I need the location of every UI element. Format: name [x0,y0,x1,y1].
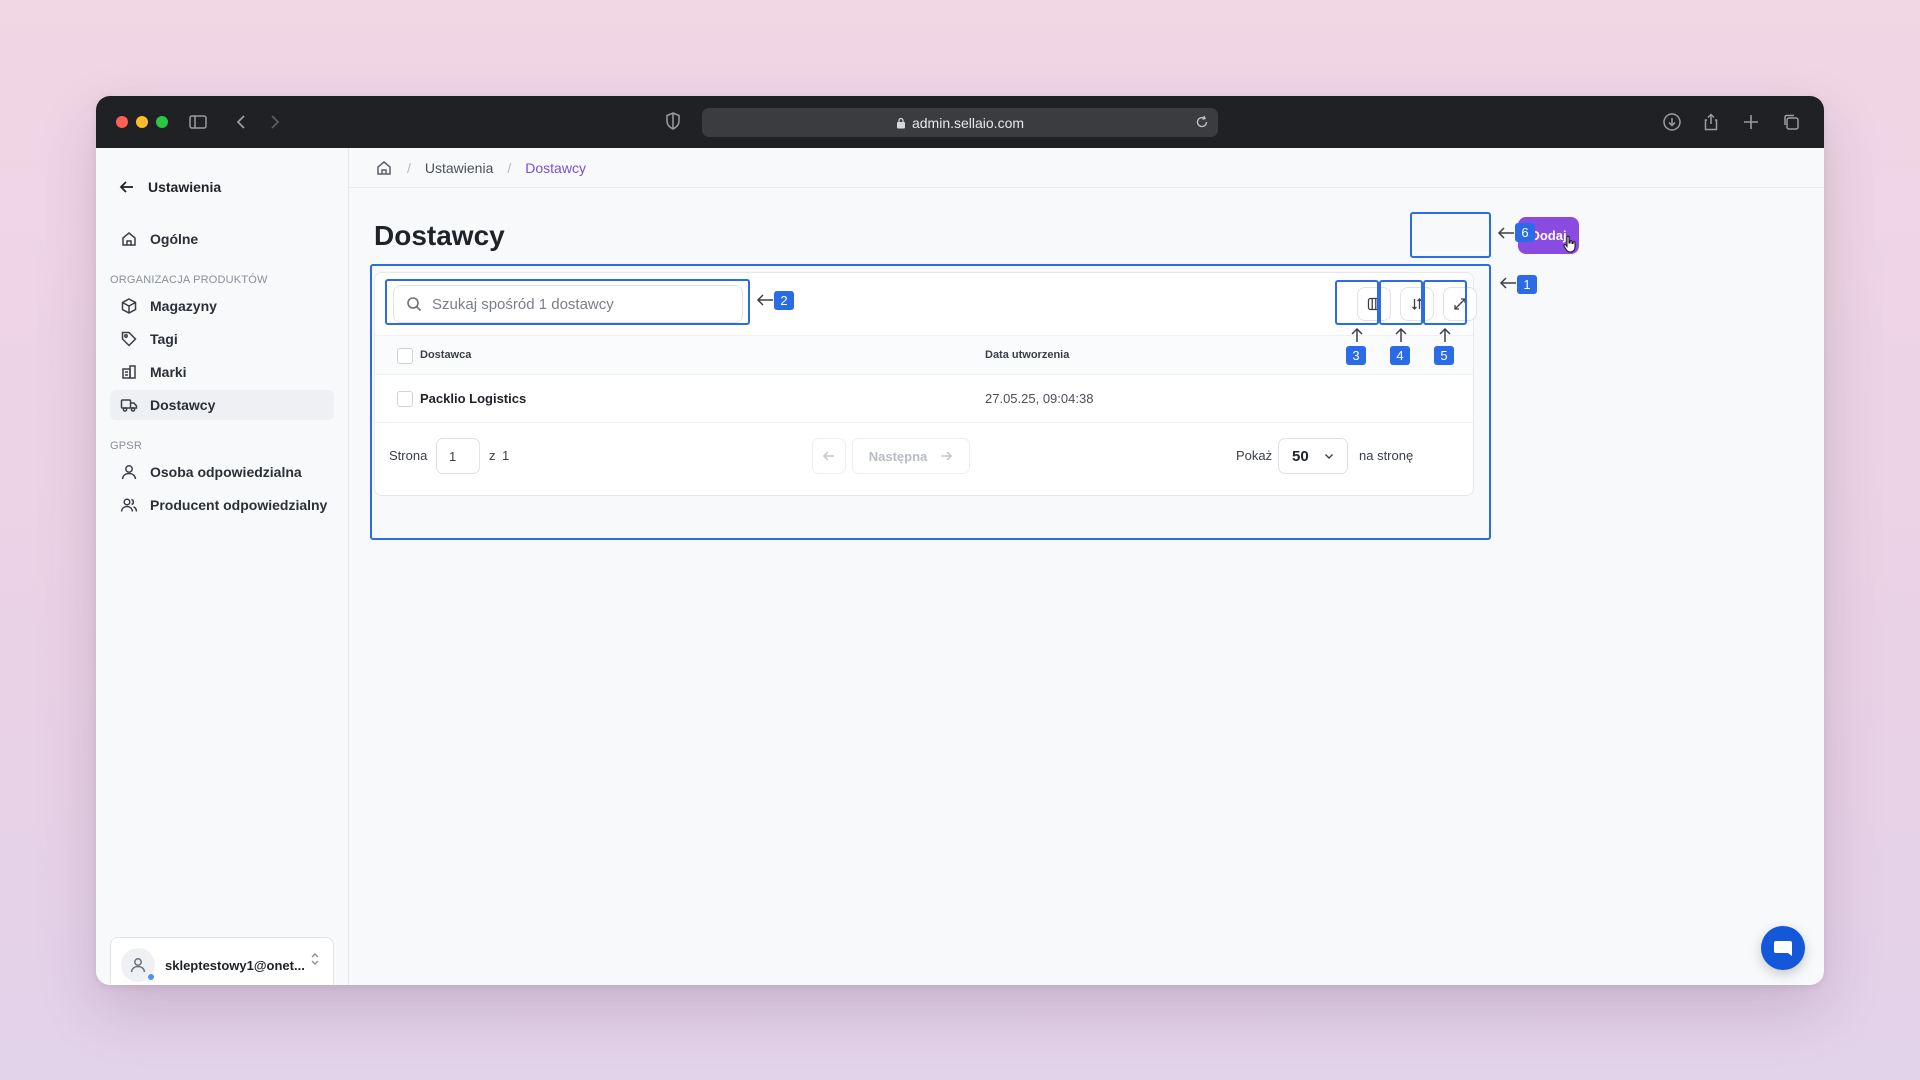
annotation-arrow-up-icon [1439,327,1451,342]
online-status-dot [147,973,155,981]
annotation-badge-1: 1 [1517,275,1537,294]
annotation-badge-6: 6 [1515,223,1535,242]
chevron-updown-icon [311,953,319,965]
sidebar-item-responsible-producer[interactable]: Producent odpowiedzialny [110,490,334,520]
users-icon [120,498,138,512]
tab-overview-icon[interactable] [1779,110,1803,134]
sidebar-item-label: Ogólne [150,231,199,247]
user-account-menu[interactable]: skleptestowy1@onet... [110,937,334,985]
chat-bubble-icon [1774,941,1792,956]
section-label-products: ORGANIZACJA PRODUKTÓW [110,274,268,286]
annotation-arrow-left-icon [756,294,773,306]
page-title: Dostawcy [374,220,505,251]
sidebar-item-brands[interactable]: Marki [110,357,334,387]
breadcrumb-separator: / [407,159,411,176]
user-email: skleptestowy1@onet... [165,957,305,973]
annotation-arrow-left-icon [1499,277,1516,289]
sidebar-item-label: Producent odpowiedzialny [150,497,328,513]
url-text: admin.sellaio.com [911,114,1025,131]
section-label-gpsr: GPSR [110,440,142,452]
hand-cursor-icon [1563,235,1576,253]
annotation-arrow-left-icon [1497,227,1514,239]
arrow-left-icon [119,181,133,193]
settings-sidebar: Ustawienia Ogólne ORGANIZACJA PRODUKTÓW … [96,148,349,985]
breadcrumb-item-current: Dostawcy [525,159,586,176]
sidebar-item-label: Tagi [150,331,178,347]
annotation-box-fullscreen [1423,280,1467,325]
sidebar-item-label: Dostawcy [150,397,216,413]
sidebar-item-label: Osoba odpowiedzialna [150,464,302,480]
breadcrumb-item-settings[interactable]: Ustawienia [425,160,493,176]
annotation-box-add [1410,212,1491,258]
sidebar-item-warehouses[interactable]: Magazyny [110,291,334,321]
truck-icon [120,399,138,412]
avatar [121,948,155,982]
browser-window: admin.sellaio.com Ustawienia Ogólne ORGA… [96,96,1824,985]
minimize-window-button[interactable] [136,116,148,128]
annotation-arrow-up-icon [1351,327,1363,342]
annotation-badge-2: 2 [774,291,794,310]
download-icon[interactable] [1660,110,1684,134]
address-bar[interactable]: admin.sellaio.com [702,108,1218,137]
back-label: Ustawienia [148,179,222,195]
sidebar-item-general[interactable]: Ogólne [110,224,334,254]
annotation-badge-5: 5 [1434,346,1454,365]
back-to-settings-link[interactable]: Ustawienia [118,178,221,196]
close-window-button[interactable] [116,116,128,128]
annotation-badge-4: 4 [1390,346,1410,365]
breadcrumb-separator: / [507,159,512,176]
new-tab-icon[interactable] [1739,110,1763,134]
privacy-shield-icon[interactable] [664,111,682,136]
sidebar-item-label: Marki [150,364,187,380]
sidebar-item-responsible-person[interactable]: Osoba odpowiedzialna [110,457,334,487]
forward-nav-icon[interactable] [262,110,286,134]
user-icon [121,465,137,480]
annotation-box-sort [1379,280,1423,325]
sidebar-item-tags[interactable]: Tagi [110,324,334,354]
sidebar-toggle-icon[interactable] [186,110,210,134]
sidebar-item-label: Magazyny [150,298,217,314]
annotation-badge-3: 3 [1346,346,1366,365]
share-icon[interactable] [1699,110,1723,134]
annotation-box-search [385,279,750,325]
back-nav-icon[interactable] [230,110,254,134]
window-controls [116,116,168,128]
tag-icon [121,331,137,347]
annotation-arrow-up-icon [1395,327,1407,342]
chat-widget-button[interactable] [1761,926,1805,970]
breadcrumb: / Ustawienia / Dostawcy [349,148,1824,188]
home-icon [122,232,136,246]
reload-icon[interactable] [1194,114,1210,130]
user-avatar-icon [130,958,146,973]
building-icon [122,365,136,379]
lock-icon [896,117,905,128]
home-icon[interactable] [375,159,393,177]
maximize-window-button[interactable] [156,116,168,128]
annotation-box-columns [1335,280,1379,325]
browser-titlebar: admin.sellaio.com [96,96,1824,148]
sidebar-item-suppliers[interactable]: Dostawcy [110,390,334,420]
box-icon [121,298,137,314]
